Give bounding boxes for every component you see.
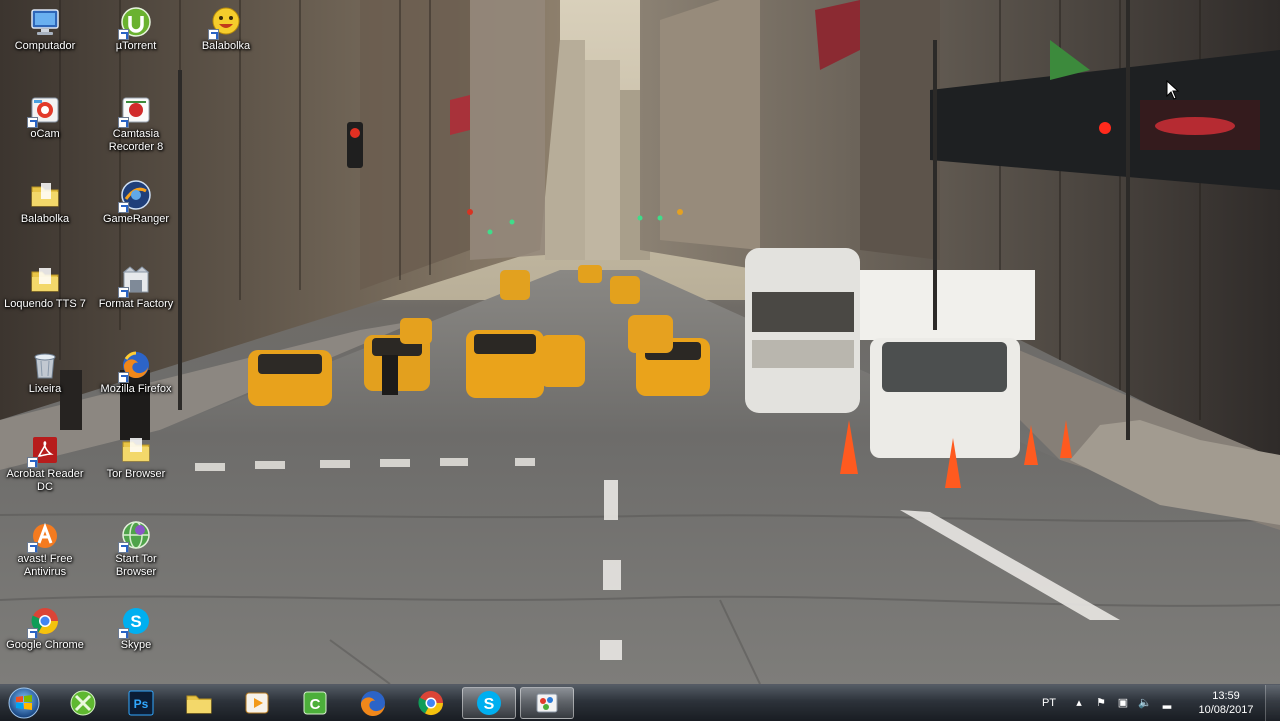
svg-text:S: S xyxy=(484,696,495,713)
folder-icon xyxy=(29,179,61,211)
taskbar-photoshop[interactable]: Ps xyxy=(114,687,168,719)
windows-orb-icon xyxy=(8,687,40,719)
desktop-icon-computador[interactable]: Computador xyxy=(2,4,88,53)
start-button[interactable] xyxy=(6,686,42,720)
desktop-icon-gameranger[interactable]: GameRanger xyxy=(93,177,179,226)
desktop-icon-tor-browser-folder[interactable]: Tor Browser xyxy=(93,432,179,481)
show-desktop-button[interactable] xyxy=(1265,685,1280,721)
desktop-icon-ocam[interactable]: oCam xyxy=(2,92,88,141)
desktop-icon-lixeira[interactable]: Lixeira xyxy=(2,347,88,396)
format-factory-icon xyxy=(118,264,152,298)
desktop-icon-balabolka-folder[interactable]: Balabolka xyxy=(2,177,88,226)
svg-text:S: S xyxy=(130,612,141,631)
photoshop-icon: Ps xyxy=(128,690,154,716)
desktop-icon-loquendo[interactable]: Loquendo TTS 7 xyxy=(2,262,88,311)
show-hidden-icons-icon[interactable]: ▴ xyxy=(1072,696,1086,710)
skype-icon: S xyxy=(118,605,152,639)
desktop-icon-utorrent[interactable]: µTorrent xyxy=(93,4,179,53)
taskbar-firefox[interactable] xyxy=(346,687,400,719)
taskbar-camtasia[interactable]: C xyxy=(288,687,342,719)
desktop-icon-start-tor-browser[interactable]: Start Tor Browser xyxy=(93,517,179,579)
desktop-icon-balabolka[interactable]: Balabolka xyxy=(183,4,269,53)
camtasia-icon xyxy=(118,94,152,128)
firefox-taskbar-icon xyxy=(360,691,385,717)
desktop-icon-acrobat-reader[interactable]: Acrobat Reader DC xyxy=(2,432,88,494)
desktop-wallpaper xyxy=(0,0,1280,684)
taskbar-chrome[interactable] xyxy=(404,687,458,719)
acrobat-icon xyxy=(27,434,61,468)
desktop-icon-format-factory[interactable]: Format Factory xyxy=(93,262,179,311)
camtasia-taskbar-icon: C xyxy=(303,691,327,715)
action-center-flag-icon[interactable]: ⚑ xyxy=(1094,696,1108,710)
svg-text:C: C xyxy=(310,696,321,713)
mouse-pointer-icon xyxy=(1166,79,1180,100)
chrome-taskbar-icon xyxy=(418,691,443,716)
desktop-icon-camtasia-recorder[interactable]: Camtasia Recorder 8 xyxy=(93,92,179,154)
media-player-icon xyxy=(245,692,269,714)
ocam-icon xyxy=(27,94,61,128)
taskbar-skype[interactable]: S xyxy=(462,687,516,719)
balabolka-icon xyxy=(208,6,242,40)
utorrent-icon xyxy=(118,6,152,40)
clock-date: 10/08/2017 xyxy=(1198,704,1254,716)
recycle-bin-icon xyxy=(29,349,61,381)
city-street-scene xyxy=(0,0,1280,684)
file-explorer-icon xyxy=(186,695,212,714)
firefox-icon xyxy=(118,349,152,383)
device-icon[interactable]: ▣ xyxy=(1116,696,1130,710)
folder-icon xyxy=(120,434,152,466)
taskbar-paint[interactable] xyxy=(520,687,574,719)
volume-icon[interactable]: 🔈 xyxy=(1138,696,1152,710)
desktop-icon-google-chrome[interactable]: Google Chrome xyxy=(2,603,88,652)
taskbar: Ps C S PT ▴ ⚑ ▣ 🔈 ▂ 13:59 10/08/2017 xyxy=(0,684,1280,721)
taskbar-media-player[interactable] xyxy=(230,687,284,719)
paint-app-icon xyxy=(536,693,558,713)
network-signal-icon[interactable]: ▂ xyxy=(1160,696,1174,710)
desktop-icon-avast[interactable]: avast! Free Antivirus xyxy=(2,517,88,579)
computer-icon xyxy=(29,6,61,38)
svg-text:Ps: Ps xyxy=(134,697,149,711)
desktop-icon-skype[interactable]: S Skype xyxy=(93,603,179,652)
avast-icon xyxy=(27,519,61,553)
tor-icon xyxy=(118,519,152,553)
language-indicator[interactable]: PT xyxy=(1042,697,1056,709)
clock[interactable]: 13:59 10/08/2017 xyxy=(1196,689,1256,717)
xbox-launcher-icon xyxy=(70,690,96,716)
taskbar-file-explorer[interactable] xyxy=(172,687,226,719)
chrome-icon xyxy=(27,605,61,639)
folder-icon xyxy=(29,264,61,296)
taskbar-xbox-launcher[interactable] xyxy=(56,687,110,719)
gameranger-icon xyxy=(118,179,152,213)
desktop-icon-firefox[interactable]: Mozilla Firefox xyxy=(93,347,179,396)
clock-time: 13:59 xyxy=(1212,690,1240,702)
skype-taskbar-icon: S xyxy=(477,691,501,715)
